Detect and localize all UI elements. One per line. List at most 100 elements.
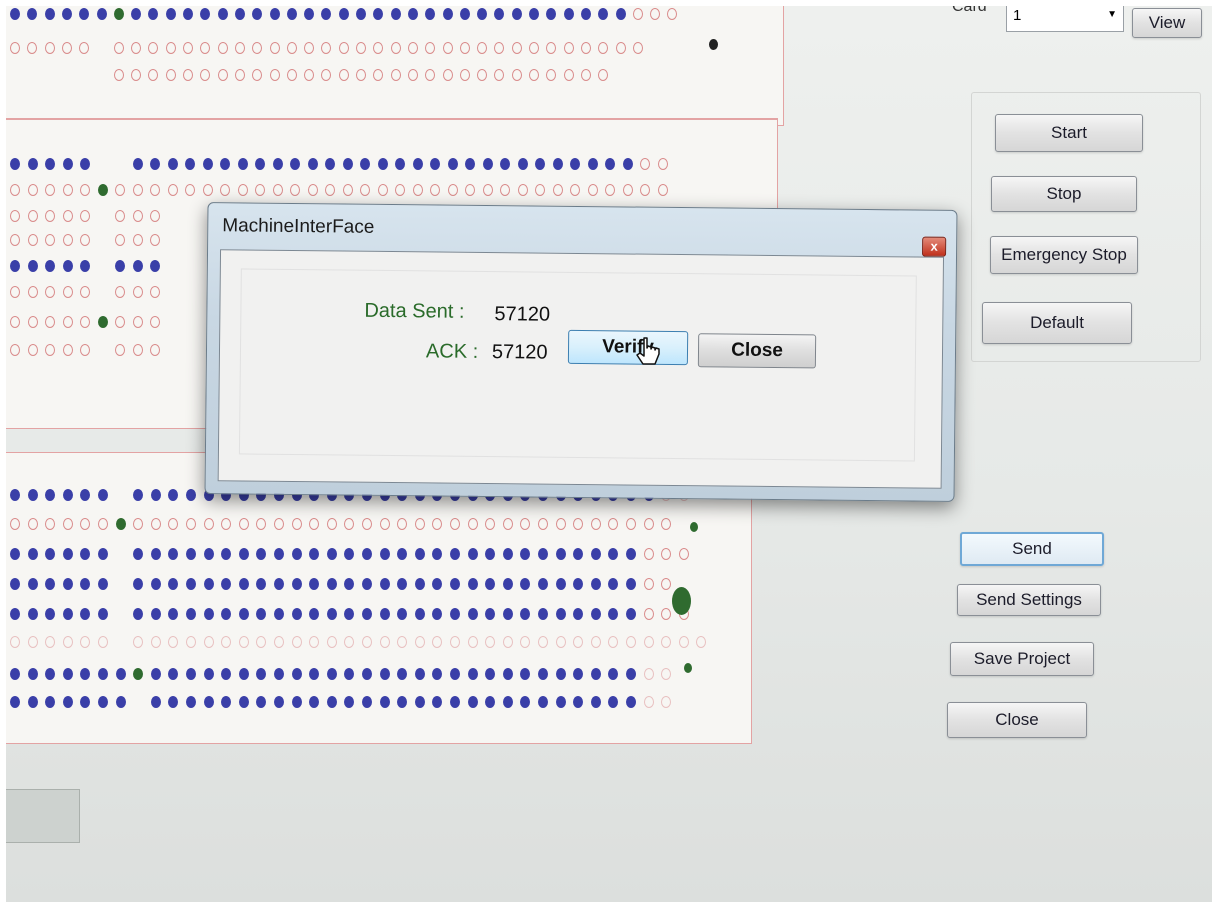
pin-dot[interactable] xyxy=(570,184,580,196)
pin-dot[interactable] xyxy=(538,608,548,620)
pin-dot[interactable] xyxy=(442,8,453,20)
pin-dot[interactable] xyxy=(538,696,548,708)
pin-dot[interactable] xyxy=(590,548,601,560)
verify-button[interactable]: Verify xyxy=(567,329,689,366)
pin-dot[interactable] xyxy=(326,696,337,708)
pin-dot[interactable] xyxy=(115,696,126,708)
pin-dot[interactable] xyxy=(450,608,460,620)
pin-dot[interactable] xyxy=(643,518,654,530)
pin-dot[interactable] xyxy=(538,668,548,680)
pin-dot[interactable] xyxy=(98,608,108,620)
pin-dot[interactable] xyxy=(465,158,475,170)
pin-dot[interactable] xyxy=(290,158,300,170)
pin-dot[interactable] xyxy=(377,158,388,170)
pin-dot[interactable] xyxy=(467,518,478,530)
pin-dot[interactable] xyxy=(80,184,90,196)
pin-dot[interactable] xyxy=(10,8,20,20)
pin-dot[interactable] xyxy=(62,184,73,196)
pin-dot[interactable] xyxy=(325,158,335,170)
pin-dot[interactable] xyxy=(362,548,372,560)
pin-dot[interactable] xyxy=(238,608,249,620)
pin-dot[interactable] xyxy=(291,696,302,708)
pin-dot[interactable] xyxy=(10,316,20,328)
send-settings-button[interactable]: Send Settings xyxy=(957,584,1101,616)
pin-dot[interactable] xyxy=(10,184,20,196)
pin-dot[interactable] xyxy=(538,636,548,648)
pin-dot[interactable] xyxy=(286,42,297,54)
pin-dot[interactable] xyxy=(430,158,440,170)
pin-dot[interactable] xyxy=(113,8,124,20)
pin-dot[interactable] xyxy=(62,260,73,272)
pin-dot[interactable] xyxy=(27,668,38,680)
save-project-button[interactable]: Save Project xyxy=(950,642,1094,676)
pin-dot[interactable] xyxy=(414,696,425,708)
pin-dot[interactable] xyxy=(203,518,214,530)
pin-dot[interactable] xyxy=(643,696,654,708)
pin-dot[interactable] xyxy=(459,69,470,81)
pin-dot[interactable] xyxy=(150,234,160,246)
pin-dot[interactable] xyxy=(632,8,643,20)
pin-dot[interactable] xyxy=(269,8,280,20)
pin-dot[interactable] xyxy=(185,184,195,196)
pin-dot[interactable] xyxy=(27,636,38,648)
pin-dot[interactable] xyxy=(269,69,280,81)
pin-dot[interactable] xyxy=(482,158,493,170)
pin-dot[interactable] xyxy=(274,636,284,648)
pin-dot[interactable] xyxy=(502,636,513,648)
pin-dot[interactable] xyxy=(217,42,228,54)
pin-dot[interactable] xyxy=(442,42,453,54)
pin-dot[interactable] xyxy=(27,260,38,272)
pin-dot[interactable] xyxy=(622,184,633,196)
pin-dot[interactable] xyxy=(150,518,161,530)
pin-dot[interactable] xyxy=(62,696,73,708)
pin-dot[interactable] xyxy=(150,316,160,328)
pin-dot[interactable] xyxy=(62,489,73,501)
pin-dot[interactable] xyxy=(342,158,353,170)
pin-dot[interactable] xyxy=(326,578,337,590)
pin-dot[interactable] xyxy=(626,636,636,648)
pin-dot[interactable] xyxy=(414,608,425,620)
pin-dot[interactable] xyxy=(467,668,478,680)
pin-dot[interactable] xyxy=(234,42,245,54)
pin-dot[interactable] xyxy=(570,158,580,170)
pin-dot[interactable] xyxy=(390,42,401,54)
pin-dot[interactable] xyxy=(555,578,566,590)
pin-dot[interactable] xyxy=(97,316,108,328)
pin-dot[interactable] xyxy=(678,548,689,560)
pin-dot[interactable] xyxy=(605,158,615,170)
pin-dot[interactable] xyxy=(678,636,689,648)
pin-dot[interactable] xyxy=(98,696,108,708)
pin-dot[interactable] xyxy=(10,158,20,170)
pin-dot[interactable] xyxy=(98,518,108,530)
pin-dot[interactable] xyxy=(150,489,161,501)
pin-dot[interactable] xyxy=(150,210,160,222)
pin-dot[interactable] xyxy=(622,158,633,170)
pin-dot[interactable] xyxy=(165,8,176,20)
pin-dot[interactable] xyxy=(62,608,73,620)
pin-dot[interactable] xyxy=(202,158,213,170)
pin-dot[interactable] xyxy=(61,42,72,54)
pin-dot[interactable] xyxy=(203,696,214,708)
pin-dot[interactable] xyxy=(338,8,349,20)
pin-dot[interactable] xyxy=(555,636,566,648)
pin-dot[interactable] xyxy=(27,234,38,246)
pin-dot[interactable] xyxy=(626,578,636,590)
pin-dot[interactable] xyxy=(291,548,302,560)
pin-dot[interactable] xyxy=(45,234,55,246)
pin-dot[interactable] xyxy=(237,158,248,170)
pin-dot[interactable] xyxy=(255,158,265,170)
pin-dot[interactable] xyxy=(238,578,249,590)
pin-dot[interactable] xyxy=(502,578,513,590)
pin-dot[interactable] xyxy=(238,518,249,530)
pin-dot[interactable] xyxy=(465,184,475,196)
pin-dot[interactable] xyxy=(563,69,574,81)
pin-dot[interactable] xyxy=(80,316,90,328)
pin-dot[interactable] xyxy=(183,8,193,20)
pin-dot[interactable] xyxy=(517,184,528,196)
pin-dot[interactable] xyxy=(657,184,668,196)
pin-dot[interactable] xyxy=(615,42,626,54)
pin-dot[interactable] xyxy=(62,286,73,298)
pin-dot[interactable] xyxy=(590,608,601,620)
pin-dot[interactable] xyxy=(626,548,636,560)
pin-dot[interactable] xyxy=(291,518,302,530)
